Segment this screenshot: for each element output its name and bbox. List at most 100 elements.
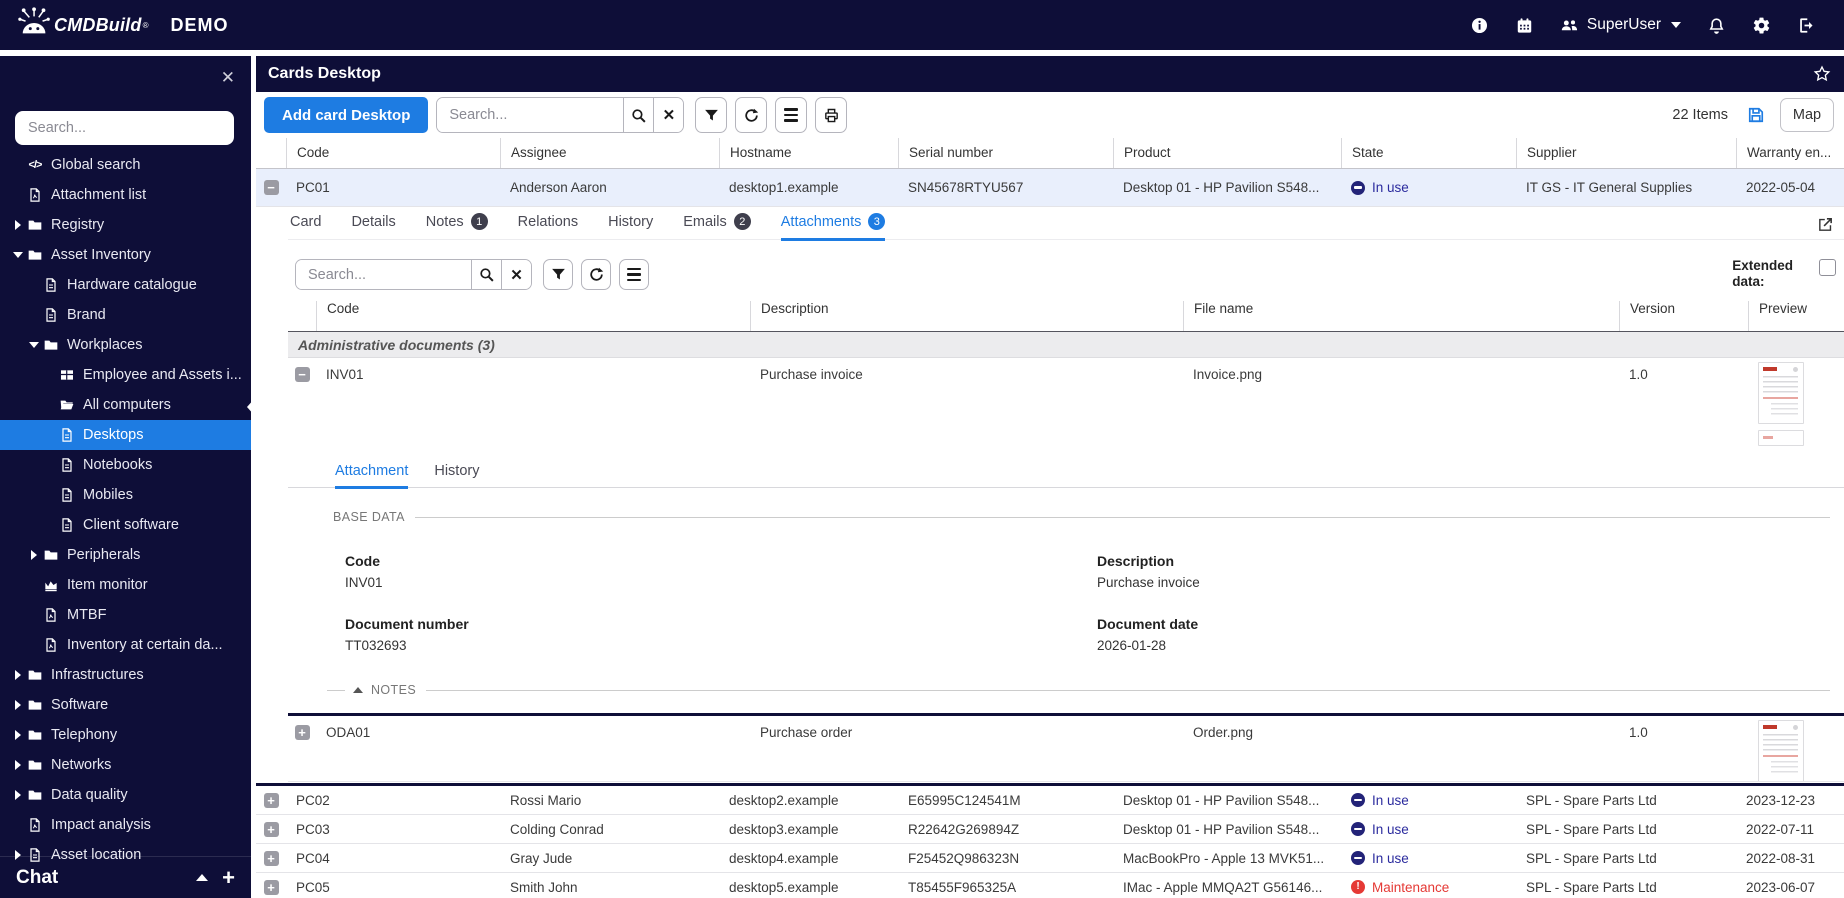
column-header-code[interactable]: Code [286, 138, 500, 168]
expand-row-button[interactable]: + [263, 792, 279, 808]
tab-history[interactable]: History [608, 214, 653, 241]
attachments-clear-search-button[interactable]: ✕ [501, 260, 531, 289]
expand-row-button[interactable]: + [263, 821, 279, 837]
sidebar-item-global-search[interactable]: </> Global search [0, 150, 251, 180]
close-icon[interactable]: ✕ [221, 68, 235, 88]
table-row[interactable]: + PC04 Gray Jude desktop4.example F25452Q986… [256, 844, 1844, 873]
attachments-menu-button[interactable] [619, 259, 649, 290]
attachments-refresh-button[interactable] [581, 259, 611, 290]
tab-card[interactable]: Card [290, 214, 321, 241]
tab-attachments[interactable]: Attachments 3 [780, 213, 886, 241]
expand-row-button[interactable]: + [263, 879, 279, 895]
sidebar-item-peripherals[interactable]: Peripherals [0, 540, 251, 570]
sidebar-item-registry[interactable]: Registry [0, 210, 251, 240]
print-button[interactable] [815, 97, 848, 133]
menu-button[interactable] [775, 97, 808, 133]
gear-icon[interactable] [1752, 16, 1771, 35]
attachment-column-header-code[interactable]: Code [316, 301, 750, 331]
sidebar-item-mobiles[interactable]: Mobiles [0, 480, 251, 510]
attachment-column-header-description[interactable]: Description [750, 301, 1183, 331]
sidebar-item-networks[interactable]: Networks [0, 750, 251, 780]
cards-search-input[interactable] [437, 98, 624, 132]
logout-icon[interactable] [1797, 16, 1816, 35]
sidebar-item-brand[interactable]: Brand [0, 300, 251, 330]
column-header-supplier[interactable]: Supplier [1516, 138, 1736, 168]
table-row[interactable]: + PC03 Colding Conrad desktop3.example R2264… [256, 815, 1844, 844]
sidebar-item-item-monitor[interactable]: Item monitor [0, 570, 251, 600]
attachment-row[interactable]: − INV01 Purchase invoice Invoice.png 1.0 [288, 358, 1844, 452]
bell-icon[interactable] [1707, 16, 1726, 35]
tab-details[interactable]: Details [351, 214, 395, 241]
chevron-right-icon[interactable] [10, 700, 26, 710]
extended-data-checkbox[interactable] [1819, 259, 1836, 276]
chevron-right-icon[interactable] [10, 790, 26, 800]
preview-thumbnail[interactable] [1758, 720, 1804, 781]
tab-emails[interactable]: Emails 2 [683, 213, 751, 241]
attachments-search-input[interactable] [296, 260, 471, 289]
sidebar-item-inventory-at-certain-da[interactable]: Inventory at certain da... [0, 630, 251, 660]
sidebar-item-data-quality[interactable]: Data quality [0, 780, 251, 810]
map-button[interactable]: Map [1780, 98, 1834, 132]
chevron-right-icon[interactable] [10, 730, 26, 740]
chevron-down-icon[interactable] [10, 252, 26, 258]
filter-button[interactable] [695, 97, 728, 133]
info-icon[interactable] [1470, 16, 1489, 35]
sidebar-item-hardware-catalogue[interactable]: Hardware catalogue [0, 270, 251, 300]
sidebar-item-asset-inventory[interactable]: Asset Inventory [0, 240, 251, 270]
subtab-attachment[interactable]: Attachment [335, 463, 409, 489]
search-button[interactable] [623, 98, 654, 132]
expand-attachment-button[interactable]: + [294, 725, 310, 740]
sidebar-item-software[interactable]: Software [0, 690, 251, 720]
collapse-attachment-button[interactable]: − [294, 367, 310, 382]
sidebar-item-attachment-list[interactable]: Attachment list [0, 180, 251, 210]
chevron-right-icon[interactable] [10, 760, 26, 770]
sidebar-item-all-computers[interactable]: All computers [0, 390, 251, 420]
attachments-filter-button[interactable] [543, 259, 573, 290]
chevron-right-icon[interactable] [10, 220, 26, 230]
collapse-notes-icon[interactable] [353, 687, 363, 693]
sidebar-item-desktops[interactable]: Desktops [0, 420, 251, 450]
chevron-right-icon[interactable] [10, 670, 26, 680]
tab-notes[interactable]: Notes 1 [426, 213, 488, 241]
add-card-button[interactable]: Add card Desktop [264, 97, 429, 133]
calendar-icon[interactable] [1515, 16, 1534, 35]
sidebar-item-mtbf[interactable]: MTBF [0, 600, 251, 630]
refresh-button[interactable] [735, 97, 768, 133]
chat-collapse-icon[interactable] [196, 874, 209, 881]
column-header-serial-number[interactable]: Serial number [898, 138, 1113, 168]
attachments-search-button[interactable] [471, 260, 501, 289]
column-header-assignee[interactable]: Assignee [500, 138, 719, 168]
external-link-icon[interactable] [1817, 216, 1834, 233]
save-view-icon[interactable] [1746, 105, 1766, 125]
column-header-hostname[interactable]: Hostname [719, 138, 898, 168]
chevron-right-icon[interactable] [26, 550, 42, 560]
expand-row-button[interactable]: + [263, 850, 279, 866]
sidebar-item-telephony[interactable]: Telephony [0, 720, 251, 750]
attachment-column-header-version[interactable]: Version [1619, 301, 1748, 331]
sidebar-item-infrastructures[interactable]: Infrastructures [0, 660, 251, 690]
tab-relations[interactable]: Relations [518, 214, 578, 241]
attachment-column-header-preview[interactable]: Preview [1748, 301, 1844, 331]
column-header-warranty-en[interactable]: Warranty en... [1736, 138, 1844, 168]
sidebar-item-workplaces[interactable]: Workplaces [0, 330, 251, 360]
sidebar-item-notebooks[interactable]: Notebooks [0, 450, 251, 480]
collapse-row-button[interactable]: − [263, 180, 279, 195]
chat-add-icon[interactable]: + [222, 866, 235, 888]
attachment-row[interactable]: + ODA01 Purchase order Order.png 1.0 [288, 716, 1844, 782]
preview-thumbnail[interactable] [1758, 362, 1804, 424]
chevron-down-icon[interactable] [26, 342, 42, 348]
column-header-product[interactable]: Product [1113, 138, 1341, 168]
attachment-column-header-file-name[interactable]: File name [1183, 301, 1619, 331]
user-menu[interactable]: SuperUser [1560, 16, 1681, 35]
sidebar-item-employee-and-assets-i[interactable]: Employee and Assets i... [0, 360, 251, 390]
sidebar-search-input[interactable] [15, 111, 234, 145]
subtab-history[interactable]: History [434, 463, 479, 489]
sidebar-item-client-software[interactable]: Client software [0, 510, 251, 540]
sidebar-collapse-handle[interactable] [247, 398, 255, 416]
sidebar-item-impact-analysis[interactable]: Impact analysis [0, 810, 251, 840]
table-row[interactable]: + PC02 Rossi Mario desktop2.example E65995C1… [256, 786, 1844, 815]
favorite-star-icon[interactable] [1812, 64, 1832, 84]
table-row[interactable]: + PC05 Smith John desktop5.example T85455F96… [256, 873, 1844, 898]
table-row-selected[interactable]: − PC01 Anderson Aaron desktop1.example SN456… [256, 169, 1844, 207]
column-header-state[interactable]: State [1341, 138, 1516, 168]
